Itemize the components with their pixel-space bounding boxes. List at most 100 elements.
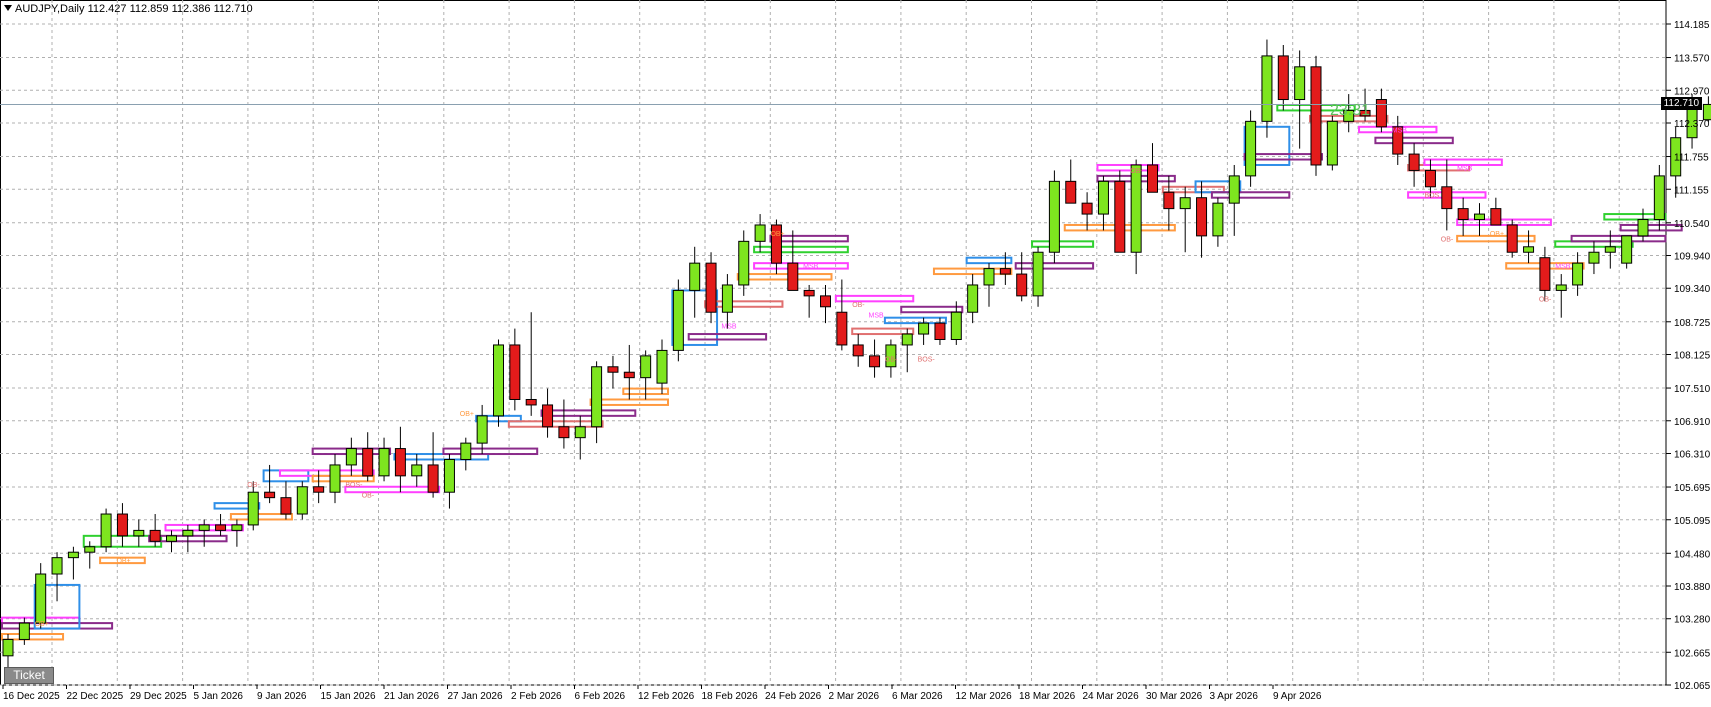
candle-body <box>623 371 635 379</box>
candle-body <box>836 311 848 346</box>
candle-body <box>1702 103 1711 121</box>
x-tick-label: 24 Feb 2026 <box>765 691 822 702</box>
candle-body <box>166 535 177 542</box>
x-tick-label: 30 Mar 2026 <box>1146 691 1203 702</box>
candle-body <box>1604 246 1616 253</box>
candle-body <box>51 557 63 575</box>
zone-box-bos <box>442 447 539 456</box>
candle-body <box>967 284 979 313</box>
candle-timer: 23:31 <box>1330 102 1371 119</box>
ohlc-high: 112.859 <box>129 3 169 15</box>
candle-body <box>476 415 488 444</box>
x-tick-label: 6 Feb 2026 <box>575 691 626 702</box>
candles <box>2 39 1711 678</box>
indicator-tag: OB+ <box>1490 231 1504 238</box>
indicator-tag: BOS- <box>918 356 936 363</box>
candle-body <box>182 529 194 537</box>
candle-body <box>1424 169 1436 188</box>
zone-box-mss <box>1456 218 1552 226</box>
y-tick-label: 108.125 <box>1674 351 1711 362</box>
candle-body <box>427 464 439 493</box>
indicator-tag: MSB <box>803 264 819 271</box>
chart-grid <box>0 0 1667 686</box>
candle-body <box>721 284 733 313</box>
x-tick-label: 15 Jan 2026 <box>321 691 376 702</box>
y-tick-label: 103.880 <box>1674 582 1711 593</box>
candle-body <box>558 426 570 439</box>
candle-body <box>362 448 374 477</box>
candle-body <box>35 573 47 624</box>
indicator-tag: OB- <box>362 493 375 500</box>
indicator-tag: OB+ <box>35 621 49 628</box>
candle-body <box>918 322 930 335</box>
ticket-button[interactable]: Ticket <box>4 667 54 684</box>
candle-body <box>1065 180 1077 204</box>
candle-body <box>607 366 619 373</box>
zone-box-ob_plus <box>932 267 1013 276</box>
candle-body <box>1179 197 1191 210</box>
candle-body <box>1457 208 1469 221</box>
time-axis[interactable]: 16 Dec 2025 22 Dec 2025 29 Dec 2025 5 Jan 2… <box>2 685 1322 702</box>
x-tick-label: 9 Jan 2026 <box>257 691 307 702</box>
ohlc-low: 112.386 <box>171 3 211 15</box>
chart-frame <box>0 0 1667 686</box>
zone-box-bos <box>1374 136 1454 145</box>
candle-body <box>689 262 701 291</box>
candle-body <box>460 442 472 460</box>
candle-body <box>443 458 455 493</box>
indicator-tag: OB- <box>852 302 865 309</box>
zone-box-ob_plus <box>736 273 833 281</box>
zone-box-bos <box>540 409 637 417</box>
candle-body <box>787 262 799 291</box>
x-tick-label: 5 Jan 2026 <box>194 691 244 702</box>
candle-body <box>999 268 1011 275</box>
price-axis[interactable]: 114.185 113.570 112.970 112.370 111.755 111.1… <box>1666 20 1711 692</box>
y-tick-label: 113.570 <box>1674 54 1710 65</box>
candle-body <box>803 289 815 297</box>
dropdown-triangle-icon[interactable] <box>4 5 12 11</box>
x-tick-label: 18 Mar 2026 <box>1019 691 1076 702</box>
zone-box-fvg <box>965 256 1013 265</box>
indicator-tag: OB- <box>1441 236 1454 243</box>
zone-box-ob <box>851 327 915 336</box>
candle-body <box>296 486 308 515</box>
zone-box-ob_plus <box>311 474 375 483</box>
candle-body <box>1294 66 1306 101</box>
candle-body <box>133 529 145 537</box>
zone-box-ob <box>507 420 604 428</box>
y-tick-label: 109.340 <box>1674 284 1711 295</box>
candle-body <box>67 551 79 559</box>
candle-body <box>1490 208 1502 226</box>
x-tick-label: 18 Feb 2026 <box>702 691 759 702</box>
x-tick-label: 21 Jan 2026 <box>384 691 439 702</box>
candle-body <box>983 268 995 286</box>
candle-body <box>591 366 603 428</box>
candle-body <box>705 262 717 313</box>
zone-box-ob_plus <box>229 513 293 521</box>
candle-body <box>1539 257 1551 291</box>
candle-body <box>264 491 276 499</box>
indicator-tags: OB+ OB+ OB- BOS- OB- OB+ MSB OB+ MSB OB- MSB OB- BOS… <box>35 127 1571 628</box>
candle-body <box>149 529 161 542</box>
y-tick-label: 103.280 <box>1674 615 1711 626</box>
indicator-tag: MSB <box>1392 127 1408 134</box>
candle-body <box>509 344 521 400</box>
zone-box-bos <box>1014 262 1095 270</box>
x-tick-label: 16 Dec 2025 <box>3 691 60 702</box>
candle-body <box>18 622 30 640</box>
indicator-tag: MSB <box>869 313 885 320</box>
candle-body <box>1637 219 1649 237</box>
x-tick-label: 27 Jan 2026 <box>448 691 503 702</box>
indicator-tag: MSB <box>1555 264 1571 271</box>
candle-body <box>1326 120 1338 166</box>
candle-body <box>1474 213 1485 221</box>
candle-body <box>1081 202 1093 215</box>
x-tick-label: 22 Dec 2025 <box>67 691 124 702</box>
candle-body <box>2 638 14 657</box>
candle-body <box>672 289 684 351</box>
candle-body <box>1375 99 1387 128</box>
candlestick-chart[interactable]: OB+ OB+ OB- BOS- OB- OB+ MSB OB+ MSB OB- MSB OB- BOS… <box>0 0 1711 707</box>
candle-body <box>754 224 766 242</box>
x-tick-label: 24 Mar 2026 <box>1083 691 1140 702</box>
y-tick-label: 109.940 <box>1674 252 1711 263</box>
